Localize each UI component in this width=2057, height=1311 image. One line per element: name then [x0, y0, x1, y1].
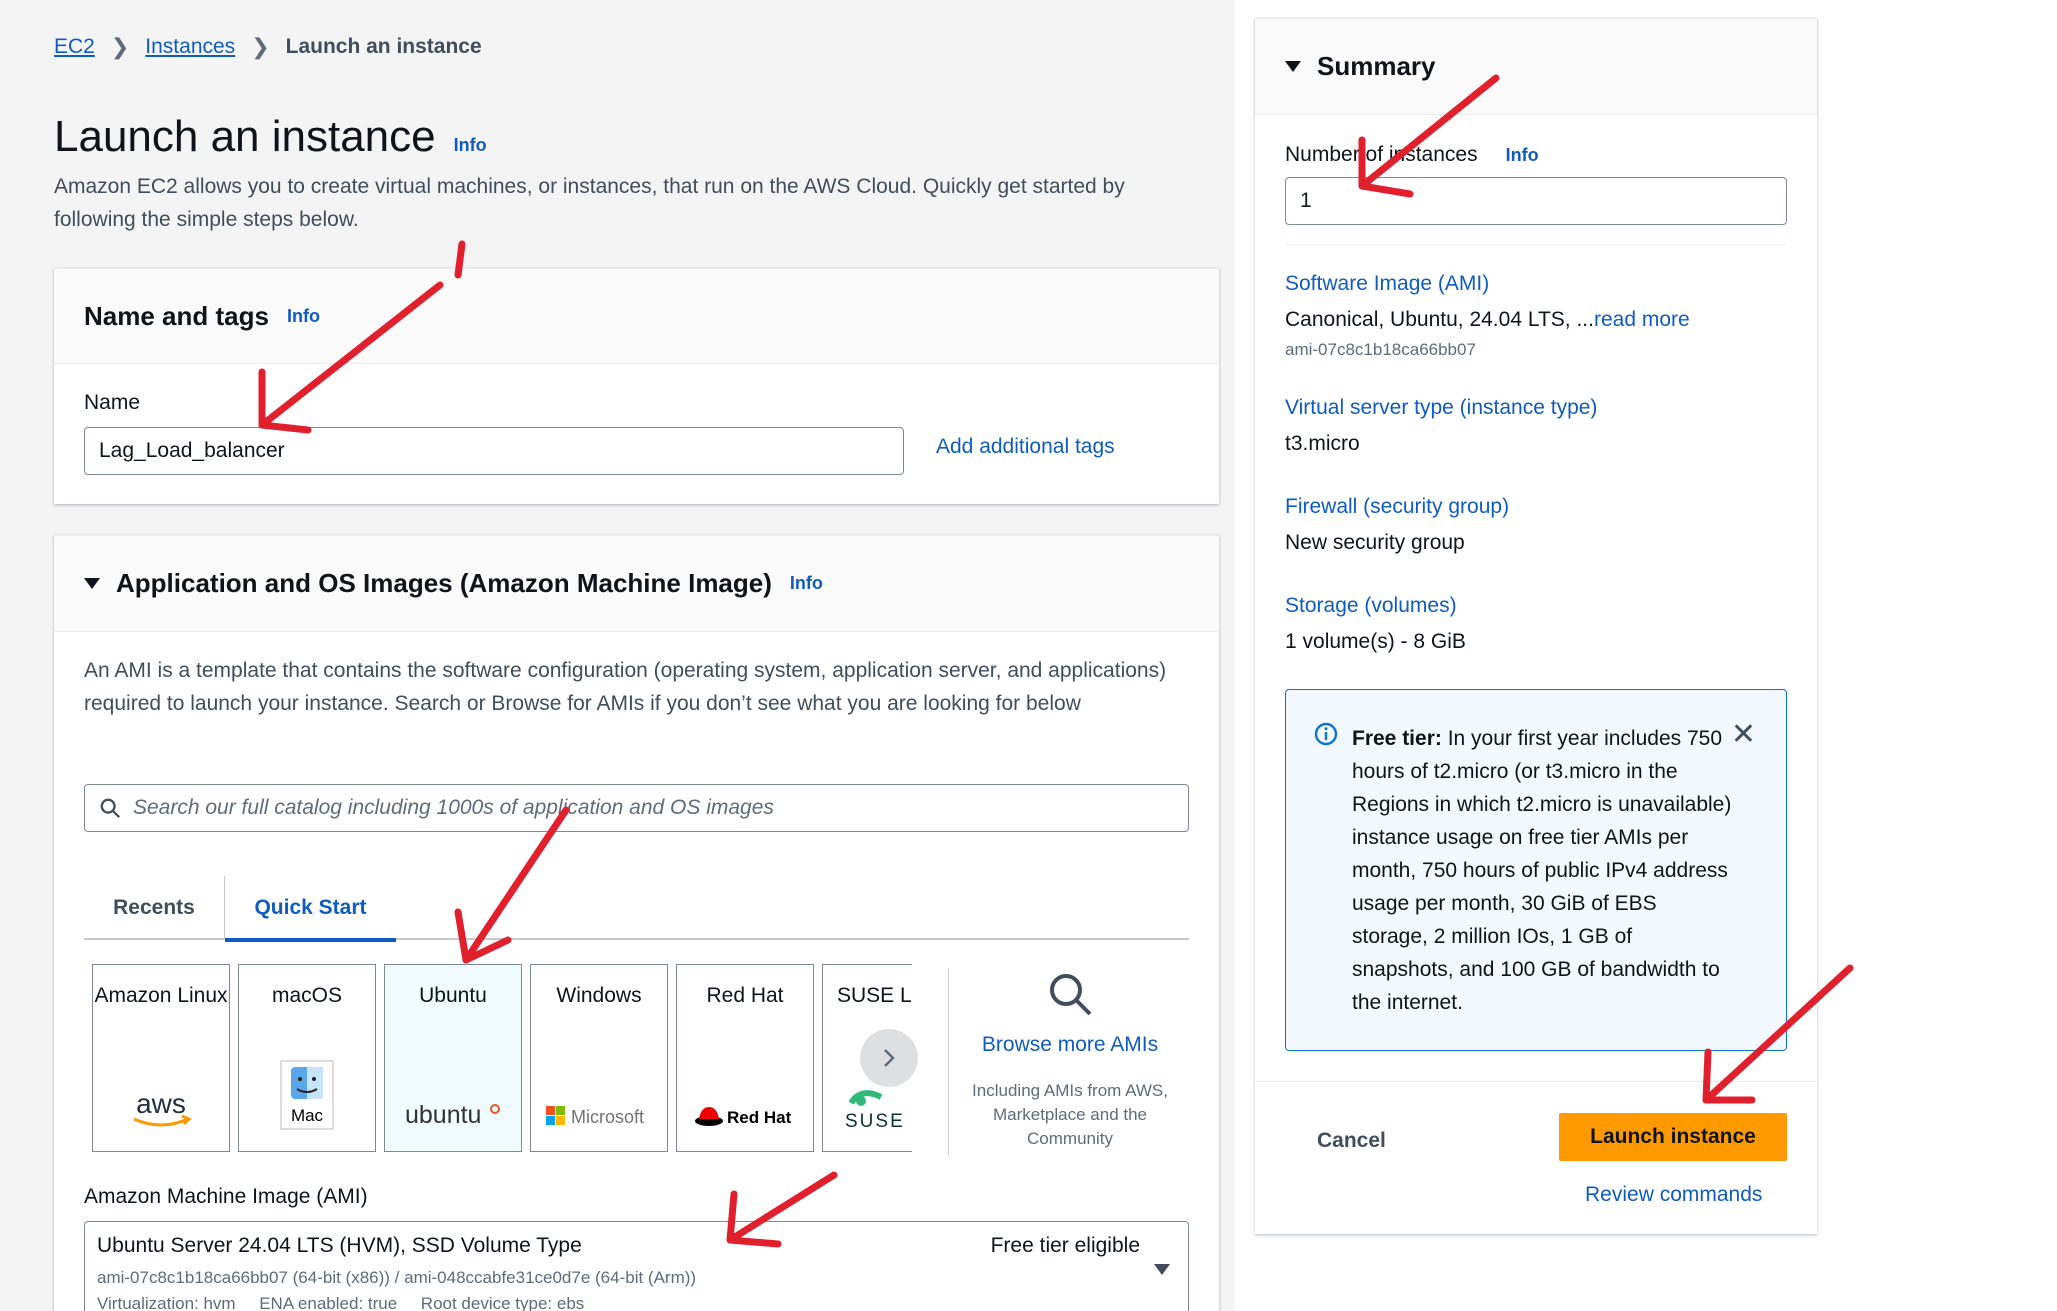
tile-windows[interactable]: Windows Microsoft — [530, 964, 668, 1152]
name-tags-info-link[interactable]: Info — [287, 306, 320, 327]
browse-more-amis-link[interactable]: Browse more AMIs — [960, 1033, 1180, 1057]
chevron-right-icon: ❯ — [110, 34, 130, 59]
instance-type-link[interactable]: Virtual server type (instance type) — [1285, 396, 1597, 420]
ami-tabs: Recents Quick Start — [84, 876, 1189, 942]
page-info-link[interactable]: Info — [454, 135, 487, 156]
tab-recents[interactable]: Recents — [84, 876, 224, 940]
firewall-link[interactable]: Firewall (security group) — [1285, 495, 1509, 519]
svg-text:SUSE: SUSE — [845, 1111, 905, 1131]
name-input[interactable]: Lag_Load_balancer — [84, 427, 904, 475]
free-tier-bold: Free tier: — [1352, 727, 1442, 750]
ami-tiles: Amazon Linux aws macOS Mac Ubuntu ubuntu… — [92, 964, 912, 1154]
tiles-scroll-right-button[interactable] — [860, 1029, 918, 1087]
tile-label: Ubuntu — [419, 984, 487, 1007]
tile-amazon-linux[interactable]: Amazon Linux aws — [92, 964, 230, 1152]
breadcrumb-current: Launch an instance — [285, 35, 482, 58]
free-tier-badge: Free tier eligible — [990, 1234, 1140, 1257]
ami-name: Ubuntu Server 24.04 LTS (HVM), SSD Volum… — [97, 1234, 582, 1257]
ami-search-input[interactable]: Search our full catalog including 1000s … — [84, 784, 1189, 832]
firewall-value: New security group — [1285, 531, 1465, 554]
launch-instance-button[interactable]: Launch instance — [1559, 1113, 1787, 1161]
summary-info-link[interactable]: Info — [1506, 145, 1539, 166]
microsoft-logo-icon: Microsoft — [531, 1101, 667, 1131]
tile-ubuntu[interactable]: Ubuntu ubuntu — [384, 964, 522, 1152]
tab-quick-start[interactable]: Quick Start — [224, 876, 396, 942]
ami-info-link[interactable]: Info — [790, 573, 823, 594]
name-and-tags-title: Name and tags — [84, 300, 269, 331]
number-of-instances-label: Number of instances Info — [1285, 143, 1539, 167]
number-of-instances-text: Number of instances — [1285, 143, 1478, 166]
name-and-tags-panel: Name and tags Info Name Lag_Load_balance… — [54, 268, 1219, 504]
tile-label: SUSE Li — [837, 984, 912, 1007]
storage-value: 1 volume(s) - 8 GiB — [1285, 630, 1466, 653]
tile-macos[interactable]: macOS Mac — [238, 964, 376, 1152]
ami-select-label: Amazon Machine Image (AMI) — [84, 1185, 368, 1208]
summary-title[interactable]: Summary — [1317, 51, 1436, 82]
tile-label: Amazon Linux — [94, 984, 228, 1007]
software-image-id: ami-07c8c1b18ca66bb07 — [1285, 340, 1476, 359]
breadcrumb: EC2 ❯ Instances ❯ Launch an instance — [54, 34, 482, 60]
summary-panel: Summary Number of instances Info 1 Softw… — [1255, 18, 1817, 1234]
instance-type-value: t3.micro — [1285, 432, 1360, 455]
ami-ids: ami-07c8c1b18ca66bb07 (64-bit (x86)) / a… — [97, 1268, 697, 1287]
summary-header: Summary — [1255, 19, 1817, 115]
ami-header: Application and OS Images (Amazon Machin… — [54, 536, 1219, 632]
ubuntu-logo-icon: ubuntu — [385, 1097, 521, 1131]
caret-down-icon[interactable] — [84, 578, 100, 589]
free-tier-body: In your first year includes 750 hours of… — [1352, 727, 1732, 1014]
chevron-right-icon — [884, 1049, 895, 1067]
browse-subtext: Including AMIs from AWS, Marketplace and… — [972, 1081, 1168, 1148]
summary-divider — [1285, 244, 1787, 245]
software-image-value: Canonical, Ubuntu, 24.04 LTS, ...read mo… — [1285, 308, 1690, 332]
svg-text:Microsoft: Microsoft — [571, 1107, 644, 1127]
suse-logo-icon: SUSE — [823, 1087, 912, 1131]
ami-title[interactable]: Application and OS Images (Amazon Machin… — [116, 568, 772, 599]
name-and-tags-header: Name and tags Info — [54, 269, 1219, 364]
browse-divider — [948, 968, 949, 1156]
tile-label: Red Hat — [706, 984, 784, 1007]
svg-text:ubuntu: ubuntu — [405, 1101, 481, 1129]
tile-red-hat[interactable]: Red Hat Red Hat — [676, 964, 814, 1152]
info-icon — [1314, 722, 1338, 746]
cancel-button[interactable]: Cancel — [1317, 1129, 1386, 1153]
free-tier-alert: Free tier: In your first year includes 7… — [1285, 689, 1787, 1051]
svg-text:Red Hat: Red Hat — [727, 1108, 792, 1127]
svg-text:aws: aws — [136, 1089, 186, 1119]
search-placeholder: Search our full catalog including 1000s … — [133, 796, 774, 819]
name-label: Name — [84, 391, 141, 414]
software-image-text: Canonical, Ubuntu, 24.04 LTS, ... — [1285, 308, 1594, 331]
add-additional-tags-link[interactable]: Add additional tags — [936, 435, 1115, 459]
breadcrumb-ec2-link[interactable]: EC2 — [54, 35, 95, 59]
ami-meta: Virtualization: hvm ENA enabled: true Ro… — [97, 1294, 585, 1311]
tile-label: Windows — [556, 984, 642, 1007]
browse-more-amis[interactable]: Browse more AMIs Including AMIs from AWS… — [960, 970, 1180, 1151]
summary-footer-divider — [1255, 1081, 1817, 1082]
page-title-text: Launch an instance — [54, 112, 436, 161]
ami-description: An AMI is a template that contains the s… — [84, 659, 1167, 715]
chevron-right-icon: ❯ — [251, 34, 270, 59]
svg-text:Mac: Mac — [291, 1106, 324, 1125]
number-of-instances-input[interactable]: 1 — [1285, 177, 1787, 225]
caret-down-icon[interactable] — [1285, 61, 1301, 72]
ami-select[interactable]: Ubuntu Server 24.04 LTS (HVM), SSD Volum… — [84, 1221, 1189, 1311]
close-icon[interactable]: ✕ — [1731, 720, 1756, 750]
page-description: Amazon EC2 allows you to create virtual … — [54, 175, 1125, 231]
search-icon — [1050, 974, 1092, 1016]
software-image-link[interactable]: Software Image (AMI) — [1285, 272, 1489, 296]
aws-logo-icon: aws — [93, 1089, 229, 1131]
caret-down-icon — [1154, 1264, 1170, 1275]
mac-finder-icon: Mac — [239, 1059, 375, 1131]
free-tier-text: Free tier: In your first year includes 7… — [1352, 722, 1732, 1019]
review-commands-link[interactable]: Review commands — [1585, 1183, 1762, 1207]
read-more-link[interactable]: read more — [1594, 308, 1690, 331]
page-title: Launch an instance Info — [54, 112, 487, 162]
redhat-logo-icon: Red Hat — [677, 1101, 813, 1131]
breadcrumb-instances-link[interactable]: Instances — [145, 35, 235, 59]
storage-link[interactable]: Storage (volumes) — [1285, 594, 1457, 618]
tile-label: macOS — [271, 984, 342, 1007]
search-icon — [100, 798, 120, 818]
